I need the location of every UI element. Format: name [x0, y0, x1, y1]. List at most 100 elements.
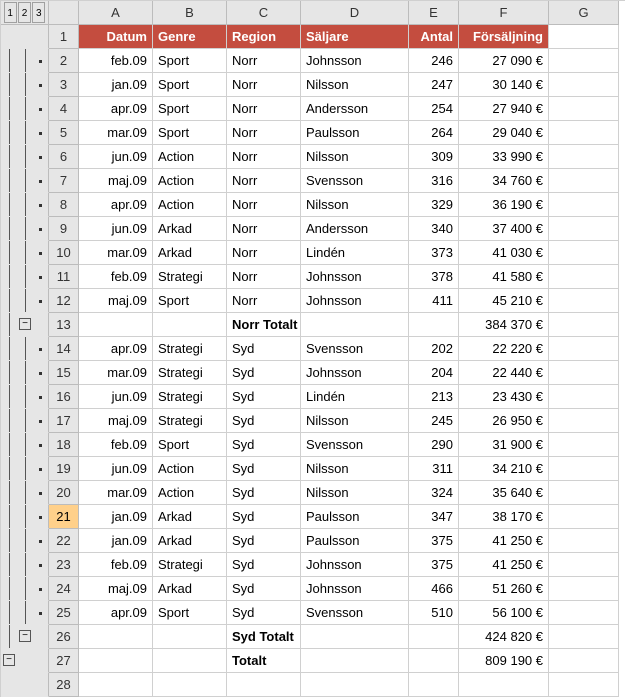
- cell-antal[interactable]: 340: [409, 217, 459, 241]
- cell-saljare[interactable]: Johnsson: [301, 265, 409, 289]
- cell[interactable]: [549, 457, 619, 481]
- cell[interactable]: [409, 625, 459, 649]
- cell-antal[interactable]: 204: [409, 361, 459, 385]
- cell-region[interactable]: Syd: [227, 457, 301, 481]
- cell[interactable]: [549, 313, 619, 337]
- cell-saljare[interactable]: Svensson: [301, 601, 409, 625]
- row-header[interactable]: 6: [49, 145, 79, 169]
- cell-antal[interactable]: 316: [409, 169, 459, 193]
- cell-datum[interactable]: jun.09: [79, 385, 153, 409]
- cell-forsaljning[interactable]: 51 260 €: [459, 577, 549, 601]
- row-header[interactable]: 14: [49, 337, 79, 361]
- cell-antal[interactable]: 245: [409, 409, 459, 433]
- cell[interactable]: [153, 313, 227, 337]
- cell-datum[interactable]: mar.09: [79, 241, 153, 265]
- cell[interactable]: [549, 97, 619, 121]
- row-header[interactable]: 13: [49, 313, 79, 337]
- cell-datum[interactable]: maj.09: [79, 169, 153, 193]
- cell[interactable]: [549, 361, 619, 385]
- cell[interactable]: [301, 649, 409, 673]
- cell-region[interactable]: Syd: [227, 337, 301, 361]
- row-header[interactable]: 19: [49, 457, 79, 481]
- cell-forsaljning[interactable]: 27 940 €: [459, 97, 549, 121]
- cell-region[interactable]: Norr: [227, 241, 301, 265]
- row-header[interactable]: 11: [49, 265, 79, 289]
- cell-antal[interactable]: 466: [409, 577, 459, 601]
- row-header[interactable]: 10: [49, 241, 79, 265]
- cell-saljare[interactable]: Svensson: [301, 433, 409, 457]
- outline-collapse-button[interactable]: −: [3, 654, 15, 666]
- cell-forsaljning[interactable]: 41 250 €: [459, 529, 549, 553]
- cell-region[interactable]: Syd: [227, 577, 301, 601]
- row-header[interactable]: 7: [49, 169, 79, 193]
- cell-forsaljning[interactable]: 45 210 €: [459, 289, 549, 313]
- cell-saljare[interactable]: Andersson: [301, 217, 409, 241]
- outline-collapse-button[interactable]: −: [19, 318, 31, 330]
- cell[interactable]: [301, 313, 409, 337]
- cell-forsaljning[interactable]: 41 030 €: [459, 241, 549, 265]
- cell-forsaljning[interactable]: 23 430 €: [459, 385, 549, 409]
- cell-antal[interactable]: 347: [409, 505, 459, 529]
- col-header-B[interactable]: B: [153, 1, 227, 25]
- cell-saljare[interactable]: Lindén: [301, 241, 409, 265]
- cell-region[interactable]: Syd: [227, 385, 301, 409]
- cell[interactable]: [549, 241, 619, 265]
- cell-saljare[interactable]: Andersson: [301, 97, 409, 121]
- cell[interactable]: [549, 49, 619, 73]
- outline-level-1[interactable]: 1: [4, 2, 17, 23]
- cell-genre[interactable]: Arkad: [153, 241, 227, 265]
- cell-saljare[interactable]: Johnsson: [301, 577, 409, 601]
- cell-region[interactable]: Norr: [227, 289, 301, 313]
- cell-genre[interactable]: Arkad: [153, 529, 227, 553]
- cell-saljare[interactable]: Johnsson: [301, 553, 409, 577]
- cell-genre[interactable]: Action: [153, 481, 227, 505]
- cell-saljare[interactable]: Nilsson: [301, 145, 409, 169]
- cell-genre[interactable]: Sport: [153, 121, 227, 145]
- cell-genre[interactable]: Strategi: [153, 361, 227, 385]
- cell-saljare[interactable]: Nilsson: [301, 193, 409, 217]
- row-header[interactable]: 21: [49, 505, 79, 529]
- row-header[interactable]: 22: [49, 529, 79, 553]
- cell[interactable]: [549, 265, 619, 289]
- subtotal-value[interactable]: 809 190 €: [459, 649, 549, 673]
- cell-saljare[interactable]: Johnsson: [301, 289, 409, 313]
- cell-region[interactable]: Norr: [227, 265, 301, 289]
- outline-collapse-button[interactable]: −: [19, 630, 31, 642]
- cell-region[interactable]: Syd: [227, 553, 301, 577]
- col-header-D[interactable]: D: [301, 1, 409, 25]
- cell[interactable]: [549, 145, 619, 169]
- cell-saljare[interactable]: Svensson: [301, 337, 409, 361]
- cell-antal[interactable]: 510: [409, 601, 459, 625]
- cell-genre[interactable]: Action: [153, 169, 227, 193]
- cell-region[interactable]: Norr: [227, 97, 301, 121]
- row-header[interactable]: 26: [49, 625, 79, 649]
- cell[interactable]: [549, 553, 619, 577]
- cell-saljare[interactable]: Svensson: [301, 169, 409, 193]
- cell-forsaljning[interactable]: 29 040 €: [459, 121, 549, 145]
- cell-genre[interactable]: Arkad: [153, 217, 227, 241]
- cell-datum[interactable]: maj.09: [79, 577, 153, 601]
- row-header[interactable]: 12: [49, 289, 79, 313]
- cell[interactable]: [549, 625, 619, 649]
- cell-datum[interactable]: jan.09: [79, 505, 153, 529]
- row-header[interactable]: 1: [49, 25, 79, 49]
- cell-antal[interactable]: 264: [409, 121, 459, 145]
- cell-region[interactable]: Syd: [227, 529, 301, 553]
- cell-region[interactable]: Syd: [227, 409, 301, 433]
- cell-datum[interactable]: feb.09: [79, 553, 153, 577]
- cell-datum[interactable]: jan.09: [79, 73, 153, 97]
- subtotal-value[interactable]: 424 820 €: [459, 625, 549, 649]
- cell[interactable]: [301, 625, 409, 649]
- row-header[interactable]: 17: [49, 409, 79, 433]
- cell[interactable]: [409, 313, 459, 337]
- cell-forsaljning[interactable]: 36 190 €: [459, 193, 549, 217]
- col-header-E[interactable]: E: [409, 1, 459, 25]
- cell-antal[interactable]: 254: [409, 97, 459, 121]
- table-header-cell[interactable]: Antal: [409, 25, 459, 49]
- cell[interactable]: [549, 673, 619, 697]
- subtotal-label[interactable]: Norr Totalt: [227, 313, 301, 337]
- cell-datum[interactable]: apr.09: [79, 337, 153, 361]
- cell-forsaljning[interactable]: 41 250 €: [459, 553, 549, 577]
- col-header-C[interactable]: C: [227, 1, 301, 25]
- cell-antal[interactable]: 246: [409, 49, 459, 73]
